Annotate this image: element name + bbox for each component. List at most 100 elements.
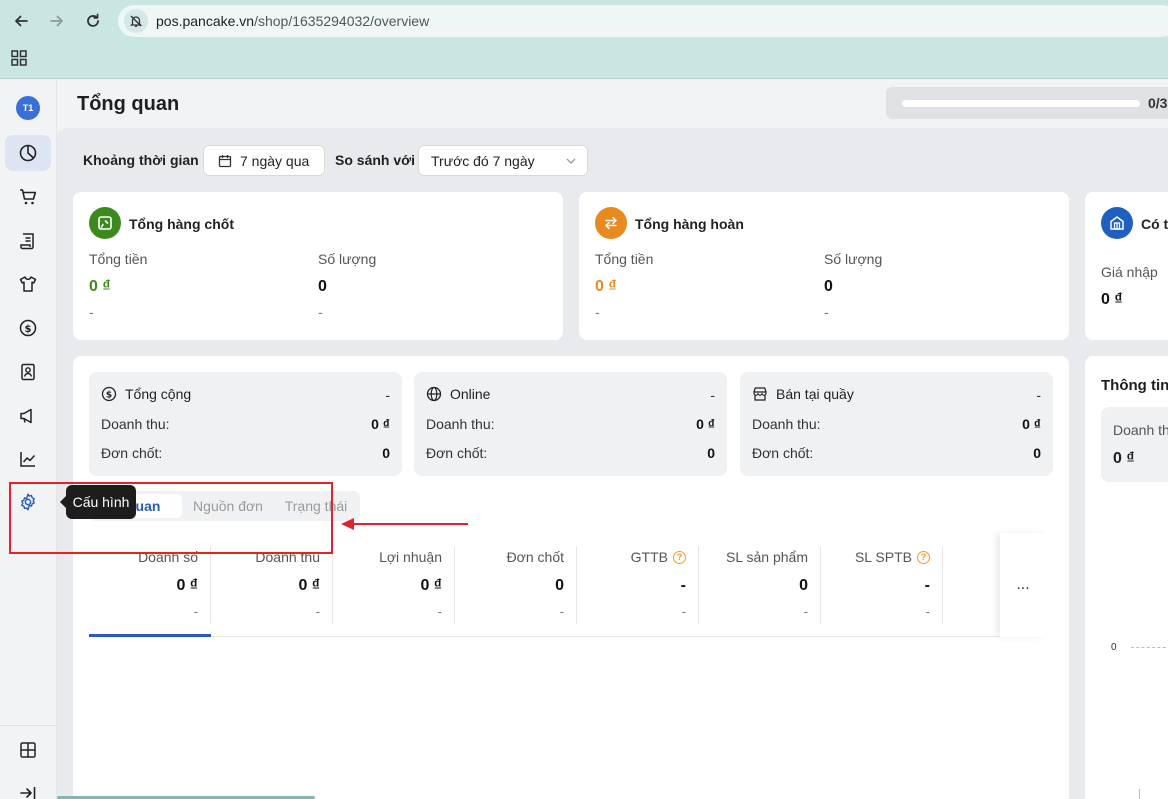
metric-average-order[interactable]: GTTB? - - xyxy=(577,546,699,624)
metric-sales[interactable]: Doanh số 0 ₫ - xyxy=(89,546,211,624)
compare-label: So sánh với xyxy=(335,152,415,168)
page-title: Tổng quan xyxy=(77,93,180,115)
total-value: 0 ₫ xyxy=(595,278,617,295)
total-label: Tổng tiền xyxy=(595,251,654,267)
orders-label: Đơn chốt: xyxy=(101,445,163,461)
card-title: Tổng hàng hoàn xyxy=(635,216,744,232)
setup-progress[interactable]: 0/3 xyxy=(886,87,1168,119)
avatar[interactable]: T1 xyxy=(16,96,40,120)
sidebar-item-products[interactable] xyxy=(5,266,51,302)
metric-profit[interactable]: Lợi nhuận 0 ₫ - xyxy=(333,546,455,624)
annotation-arrow-head xyxy=(341,518,354,530)
browser-toolbar: pos.pancake.vn/shop/1635294032/overview xyxy=(0,0,1168,79)
forward-icon[interactable] xyxy=(44,8,70,34)
megaphone-icon xyxy=(20,408,32,424)
info-title: Thông tin xyxy=(1101,377,1168,394)
store-icon xyxy=(753,387,767,401)
orders-value: 0 xyxy=(382,445,390,461)
qty-change: - xyxy=(318,304,323,320)
revenue-value: 0 ₫ xyxy=(371,416,390,432)
total-label: Tổng tiền xyxy=(89,251,148,267)
orders-label: Đơn chốt: xyxy=(752,445,814,461)
sidebar-collapse-button[interactable] xyxy=(5,775,51,799)
orders-label: Đơn chốt: xyxy=(426,445,488,461)
qty-value: 0 xyxy=(824,278,833,295)
channel-title: Bán tại quầy xyxy=(776,386,854,402)
channel-title: Online xyxy=(450,386,491,402)
qty-value: 0 xyxy=(318,278,327,295)
compare-select[interactable]: Trước đó 7 ngày xyxy=(418,145,588,176)
help-icon[interactable]: ? xyxy=(917,550,930,564)
sidebar-item-reports[interactable] xyxy=(5,441,51,477)
reload-icon[interactable] xyxy=(80,8,106,34)
channel-change: - xyxy=(1036,387,1041,403)
channel-online[interactable]: Online - Doanh thu: 0 ₫ Đơn chốt: 0 xyxy=(414,372,727,476)
dollar-circle-icon: $ xyxy=(19,319,37,337)
period-value: 7 ngày qua xyxy=(240,152,310,169)
sidebar-item-orders[interactable] xyxy=(5,179,51,215)
grid-icon xyxy=(20,742,36,758)
sidebar-item-documents[interactable] xyxy=(5,223,51,259)
qty-label: Số lượng xyxy=(824,251,883,267)
warehouse-icon xyxy=(1101,207,1133,239)
help-icon[interactable]: ? xyxy=(673,550,686,564)
period-picker[interactable]: 7 ngày qua xyxy=(203,145,325,176)
qty-label: Số lượng xyxy=(318,251,377,267)
metric-confirmed-orders[interactable]: Đơn chốt 0 - xyxy=(455,546,577,624)
annotation-arrow-line xyxy=(352,523,468,525)
globe-icon xyxy=(426,386,442,402)
address-bar[interactable]: pos.pancake.vn/shop/1635294032/overview xyxy=(118,5,1168,37)
metrics-divider xyxy=(89,636,1044,637)
total-change: - xyxy=(89,304,94,320)
card-title: Tổng hàng chốt xyxy=(129,216,234,232)
chevron-down-icon xyxy=(566,158,576,164)
notifications-blocked-icon[interactable] xyxy=(124,9,148,33)
metric-product-qty[interactable]: SL sản phẩm 0 - xyxy=(699,546,821,624)
sidebar-item-marketing[interactable] xyxy=(5,398,51,434)
total-change: - xyxy=(595,304,600,320)
line-chart-icon xyxy=(20,452,36,467)
svg-text:$: $ xyxy=(25,324,32,335)
channel-in-store[interactable]: Bán tại quầy - Doanh thu: 0 ₫ Đơn chốt: 0 xyxy=(740,372,1053,476)
progress-text: 0/3 xyxy=(1148,95,1168,111)
qty-change: - xyxy=(824,304,829,320)
collapse-arrow-icon xyxy=(20,787,36,799)
channel-total[interactable]: $ Tổng cộng - Doanh thu: 0 ₫ Đơn chốt: 0 xyxy=(89,372,402,476)
metric-revenue[interactable]: Doanh thu 0 ₫ - xyxy=(211,546,333,624)
apps-grid-icon[interactable] xyxy=(11,50,27,69)
chart-gridline xyxy=(1131,647,1168,648)
dollar-circle-icon: $ xyxy=(101,386,117,402)
chart-axis-tick xyxy=(1139,789,1140,799)
progress-track xyxy=(902,100,1140,107)
contact-card-icon xyxy=(21,363,35,381)
channel-change: - xyxy=(385,387,390,403)
revenue-label: Doanh thu: xyxy=(426,416,495,432)
sidebar-item-finance[interactable]: $ xyxy=(5,310,51,346)
scroll-icon xyxy=(20,233,34,250)
compare-value: Trước đó 7 ngày xyxy=(431,152,535,169)
sidebar-item-customers[interactable] xyxy=(5,354,51,390)
sidebar-item-apps[interactable] xyxy=(5,732,51,768)
card-title: Có t xyxy=(1141,216,1168,232)
checked-box-icon xyxy=(89,207,121,239)
card-returned-goods: Tổng hàng hoàn Tổng tiền 0 ₫ - Số lượng … xyxy=(579,192,1069,340)
metric-active-indicator xyxy=(89,634,211,637)
price-value: 0 ₫ xyxy=(1101,291,1123,308)
metric-avg-product-qty[interactable]: SL SPTB? - - xyxy=(821,546,943,624)
revenue-value: 0 ₫ xyxy=(1022,416,1041,432)
annotation-highlight-box xyxy=(9,482,333,554)
price-label: Giá nhập xyxy=(1101,264,1158,280)
more-metrics-button[interactable]: ... xyxy=(1000,533,1046,637)
back-icon[interactable] xyxy=(8,8,34,34)
sidebar-item-overview[interactable] xyxy=(5,135,51,171)
info-panel: Thông tin Doanh th 0 ₫ 0 xyxy=(1085,356,1168,799)
sidebar: T1 $ xyxy=(0,79,57,799)
orders-value: 0 xyxy=(707,445,715,461)
svg-text:$: $ xyxy=(106,391,112,401)
cart-icon xyxy=(20,189,37,205)
orders-value: 0 xyxy=(1033,445,1041,461)
swap-arrows-icon xyxy=(595,207,627,239)
period-label: Khoảng thời gian xyxy=(83,152,199,168)
revenue-value: 0 ₫ xyxy=(696,416,715,432)
calendar-icon xyxy=(218,154,232,167)
